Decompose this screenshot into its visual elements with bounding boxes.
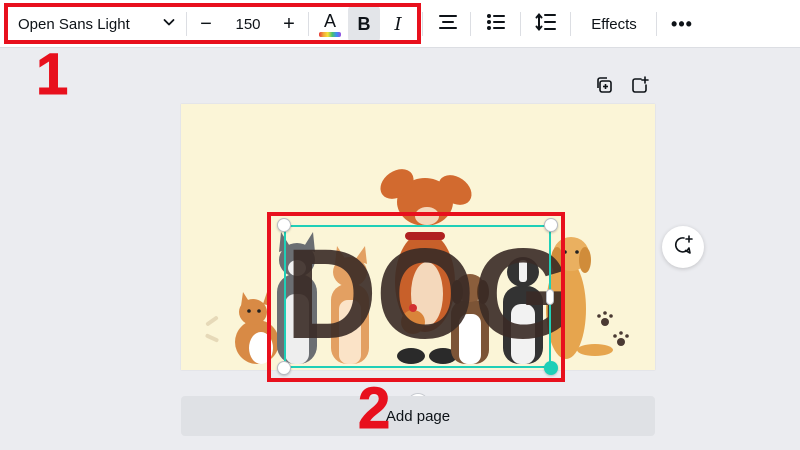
font-size-input[interactable] bbox=[222, 8, 274, 40]
bulleted-list-icon bbox=[486, 13, 506, 36]
chevron-down-icon bbox=[162, 15, 176, 34]
font-family-dropdown[interactable]: Open Sans Light bbox=[12, 6, 182, 42]
resize-handle-bottom-left[interactable] bbox=[277, 361, 291, 375]
align-center-icon bbox=[438, 14, 458, 35]
increase-font-size-button[interactable]: + bbox=[274, 6, 304, 42]
decrease-font-size-button[interactable]: − bbox=[190, 6, 222, 42]
italic-button[interactable]: I bbox=[382, 6, 414, 42]
dog-text-element[interactable]: DOG bbox=[285, 225, 573, 365]
effects-button[interactable]: Effects bbox=[580, 6, 648, 42]
toolbar-divider bbox=[570, 12, 571, 36]
align-center-button[interactable] bbox=[432, 6, 464, 42]
text-color-swatch bbox=[319, 31, 341, 37]
toolbar-divider bbox=[308, 12, 309, 36]
add-page-label: Add page bbox=[385, 407, 451, 425]
duplicate-page-button[interactable] bbox=[592, 76, 616, 98]
resize-handle-top-left[interactable] bbox=[277, 218, 291, 232]
add-page-button[interactable]: Add page bbox=[181, 396, 655, 436]
text-color-letter: A bbox=[323, 10, 336, 31]
more-options-button[interactable]: ••• bbox=[666, 6, 698, 42]
add-page-icon bbox=[631, 75, 649, 99]
toolbar-divider bbox=[470, 12, 471, 36]
toolbar-divider bbox=[520, 12, 521, 36]
resize-handle-right[interactable] bbox=[546, 289, 554, 305]
toolbar-divider bbox=[656, 12, 657, 36]
text-color-button[interactable]: A bbox=[314, 6, 346, 42]
annotation-number-1: 1 bbox=[35, 42, 69, 107]
add-comment-button[interactable] bbox=[662, 226, 704, 268]
text-toolbar: Open Sans Light − + A B I Effects ••• bbox=[0, 0, 800, 48]
resize-handle-top-right[interactable] bbox=[544, 218, 558, 232]
duplicate-page-icon bbox=[595, 76, 613, 99]
font-family-label: Open Sans Light bbox=[18, 15, 130, 33]
add-page-icon-button[interactable] bbox=[628, 75, 652, 99]
resize-handle-bottom-right[interactable] bbox=[544, 361, 558, 375]
add-comment-icon bbox=[672, 234, 694, 261]
annotation-number-2: 2 bbox=[357, 376, 391, 441]
bulleted-list-button[interactable] bbox=[480, 6, 512, 42]
bold-button[interactable]: B bbox=[348, 6, 380, 42]
line-spacing-button[interactable] bbox=[530, 6, 562, 42]
line-spacing-icon bbox=[535, 12, 557, 37]
toolbar-divider bbox=[186, 12, 187, 36]
toolbar-divider bbox=[422, 12, 423, 36]
design-page[interactable]: DOG bbox=[181, 104, 655, 370]
